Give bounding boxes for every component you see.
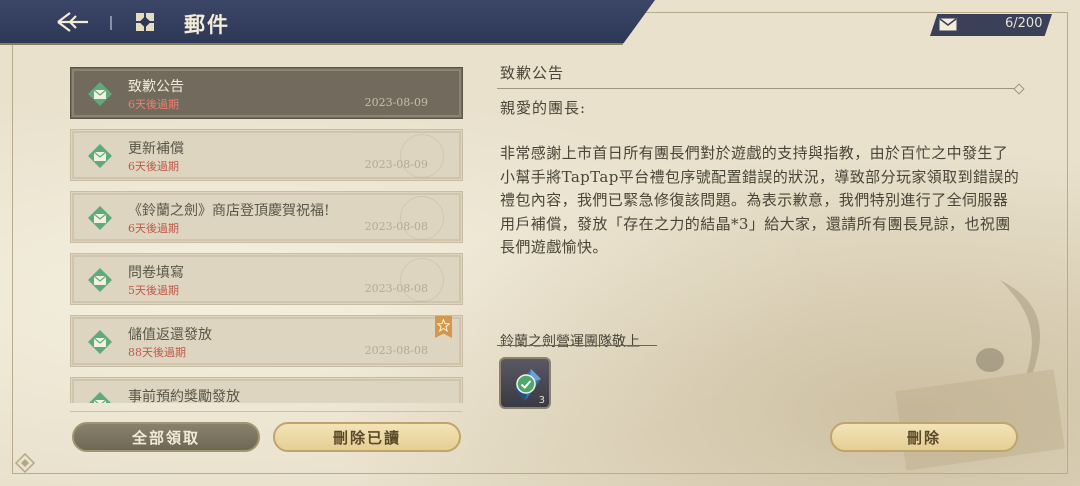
mail-date: 2023-08-08 [364,282,428,295]
mail-item-5[interactable]: 事前預約獎勵發放 [70,377,463,403]
attachment-item[interactable]: 3 [499,357,551,409]
delete-read-button[interactable]: 刪除已讀 [273,422,461,452]
header-bar [0,0,655,45]
envelope-icon [939,18,957,31]
envelope-badge-icon [88,330,112,354]
mail-date: 2023-08-08 [364,220,428,233]
mail-expire: 6天後過期 [128,98,179,111]
claim-all-button[interactable]: 全部領取 [72,422,260,452]
mail-item-4[interactable]: 儲值返還發放 88天後過期 2023-08-08 [70,315,463,367]
list-separator [70,411,462,412]
envelope-badge-icon [88,144,112,168]
sender-divider [497,345,657,346]
mail-expire: 88天後過期 [128,346,186,359]
envelope-badge-icon [88,82,112,106]
corner-ornament-icon [14,452,36,474]
mail-title: 問卷填寫 [128,265,184,281]
mail-title: 《鈴蘭之劍》商店登頂慶賀祝福! [128,203,330,219]
header-separator [110,16,112,30]
claimed-check-icon [516,374,536,394]
mail-watermark [400,196,444,240]
envelope-badge-icon [88,206,112,230]
star-badge-icon [435,316,452,338]
attachment-quantity: 3 [538,395,545,406]
mail-watermark [400,258,444,302]
mail-title: 致歉公告 [128,79,184,95]
mail-body: 非常感謝上市首日所有團長們對於遊戲的支持與指教，由於百忙之中發生了小幫手將Tap… [500,144,1020,256]
mail-category-icon [136,13,154,31]
envelope-badge-icon [88,268,112,292]
mail-item-1[interactable]: 更新補償 6天後過期 2023-08-09 [70,129,463,181]
mail-greeting: 親愛的團長: [500,99,587,117]
mail-content-title: 致歉公告 [500,64,565,82]
back-arrow-icon[interactable] [56,10,90,34]
mail-sender: 鈴蘭之劍營運團隊敬上 [500,334,640,350]
mail-date: 2023-08-09 [364,96,428,109]
mail-list[interactable]: 致歉公告 6天後過期 2023-08-09 更新補償 6天後過期 2023-08… [70,67,463,403]
mail-expire: 6天後過期 [128,222,179,235]
delete-button[interactable]: 刪除 [830,422,1018,452]
mail-title: 更新補償 [128,141,184,157]
title-divider [497,88,1019,89]
mail-date: 2023-08-08 [364,344,428,357]
mail-item-0[interactable]: 致歉公告 6天後過期 2023-08-09 [70,67,463,119]
mail-title: 儲值返還發放 [128,327,212,343]
mail-item-2[interactable]: 《鈴蘭之劍》商店登頂慶賀祝福! 6天後過期 2023-08-08 [70,191,463,243]
mail-item-3[interactable]: 問卷填寫 5天後過期 2023-08-08 [70,253,463,305]
mail-expire: 5天後過期 [128,284,179,297]
envelope-badge-icon [89,392,111,403]
mail-title: 事前預約獎勵發放 [128,389,240,403]
mail-watermark [400,134,444,178]
mail-date: 2023-08-09 [364,158,428,171]
page-title: 郵件 [184,12,230,37]
mail-expire: 6天後過期 [128,160,179,173]
mail-count-text: 6/200 [1005,16,1043,31]
